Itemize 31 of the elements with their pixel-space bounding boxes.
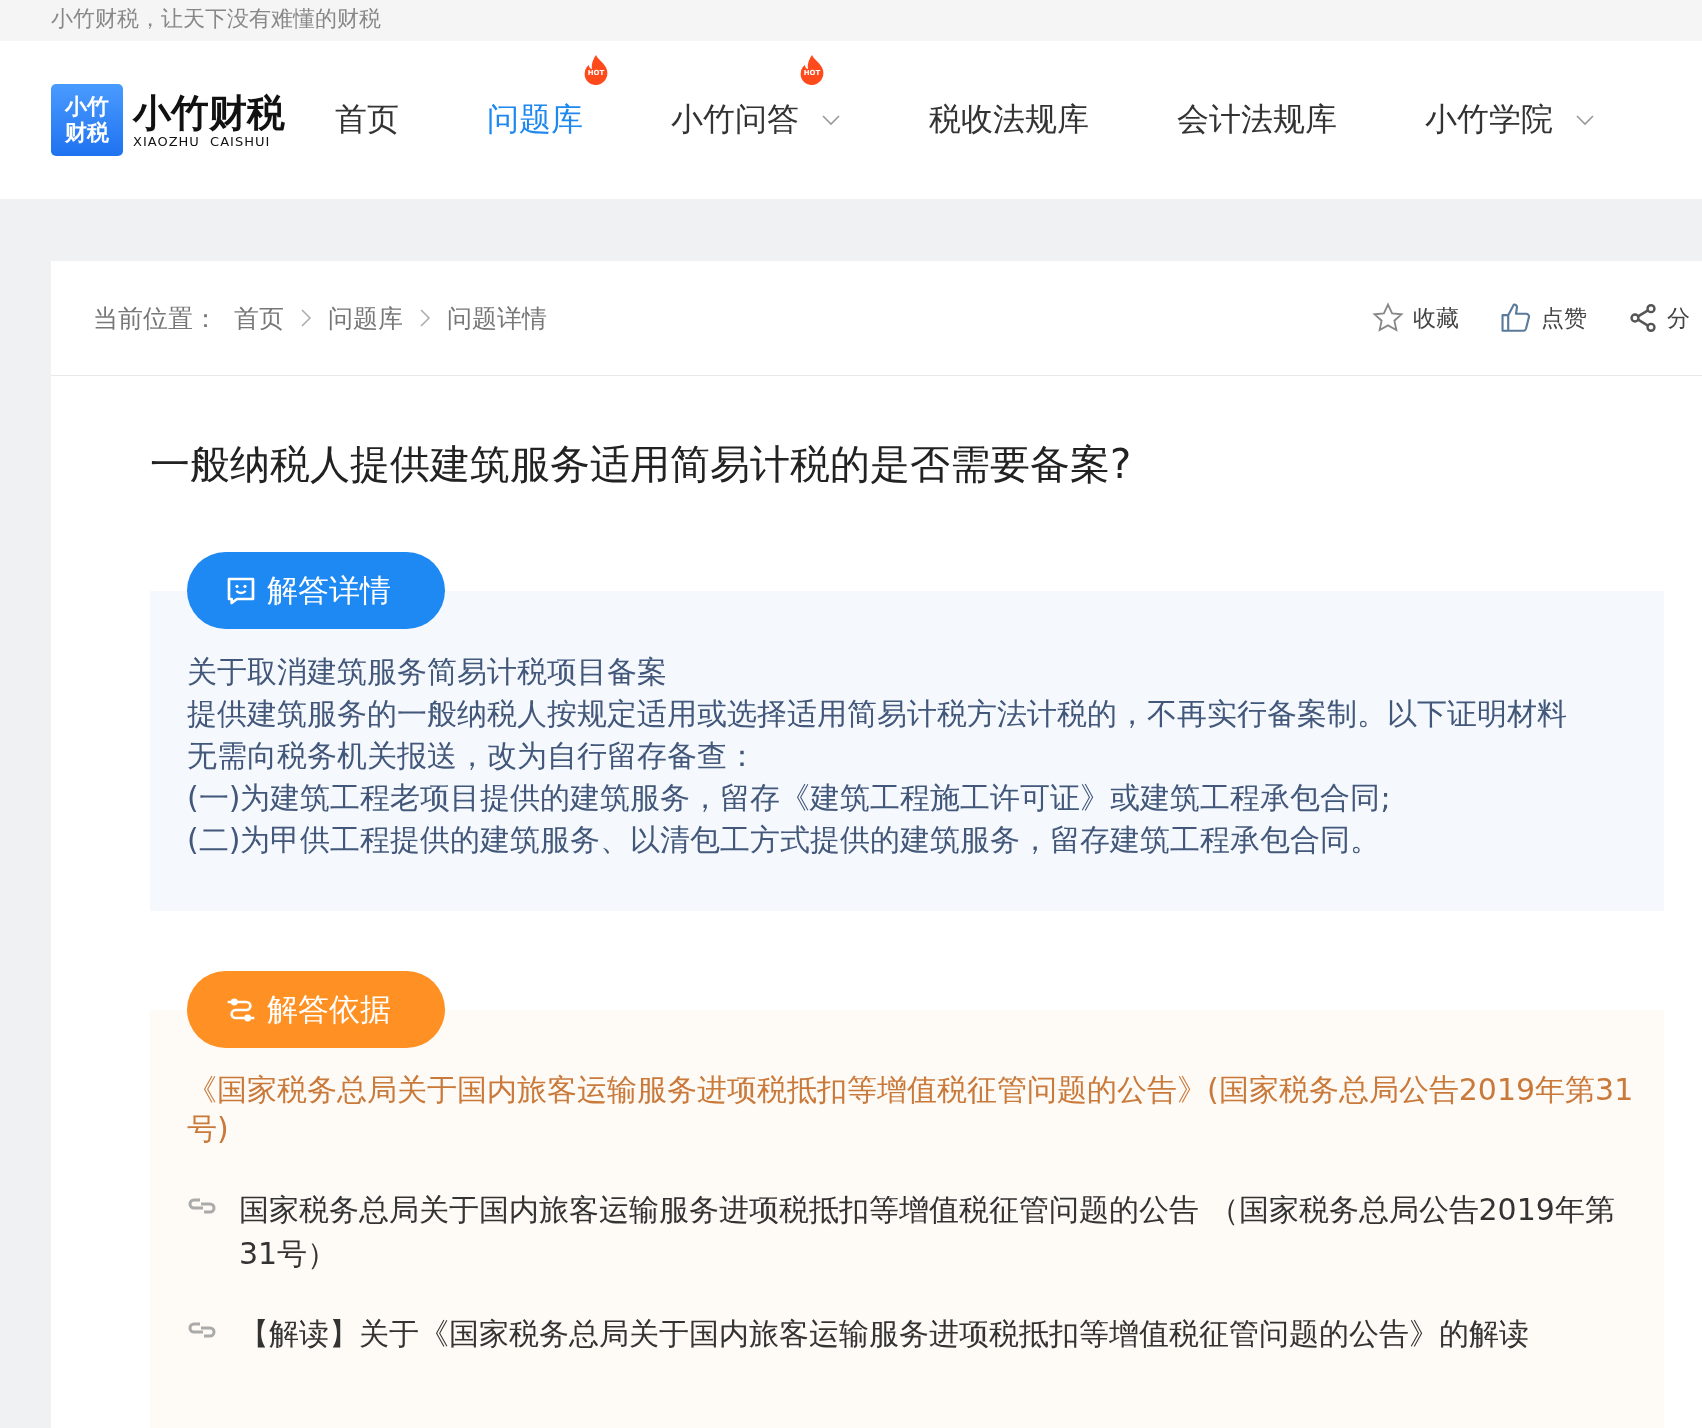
share-button[interactable]: 分: [1627, 302, 1690, 334]
nav-item[interactable]: 会计法规库: [1177, 98, 1337, 142]
breadcrumb-link[interactable]: 问题库: [328, 301, 403, 335]
breadcrumb-link[interactable]: 首页: [234, 301, 284, 335]
nav-item[interactable]: 税收法规库: [929, 98, 1089, 142]
answer-paragraph: (一)为建筑工程老项目提供的建筑服务，留存《建筑工程施工许可证》或建筑工程承包合同;: [187, 779, 1392, 817]
chevron-right-icon: [300, 308, 312, 328]
thumbs-up-icon: [1499, 301, 1533, 335]
site-tagline: 小竹财税，让天下没有难懂的财税: [51, 5, 381, 33]
share-icon: [1627, 302, 1659, 334]
answer-detail-button[interactable]: 解答详情: [187, 552, 445, 629]
star-button[interactable]: 收藏: [1371, 301, 1459, 335]
link-icon: [187, 1320, 217, 1340]
nav-item[interactable]: 小竹学院: [1425, 98, 1595, 142]
like-button[interactable]: 点赞: [1499, 301, 1587, 335]
logo-subtitle: XIAOZHU CAISHUI: [133, 133, 272, 149]
answer-paragraph: 关于取消建筑服务简易计税项目备案: [187, 653, 668, 691]
logo-mark[interactable]: 小竹 财税: [51, 84, 123, 156]
reference-link[interactable]: 【解读】关于《国家税务总局关于国内旅客运输服务进项税抵扣等增值税征管问题的公告》的解读: [239, 1312, 1549, 1356]
source-citation: 《国家税务总局关于国内旅客运输服务进项税抵扣等增值税征管问题的公告》(国家税务总局公告2019年第31号): [187, 1071, 1635, 1148]
answer-paragraph: 提供建筑服务的一般纳税人按规定适用或选择适用简易计税方法计税的，不再实行备案制。以下证明材料无需向税务机关报送，改为自行留存备查：: [187, 695, 1568, 775]
reference-link[interactable]: 国家税务总局关于国内旅客运输服务进项税抵扣等增值税征管问题的公告 （国家税务总局公告2019年第31号）: [239, 1188, 1664, 1276]
logo-name: 小竹财税: [133, 91, 285, 134]
breadcrumb-label: 当前位置：: [93, 302, 218, 335]
breadcrumb-link[interactable]: 问题详情: [447, 301, 547, 335]
nav-item[interactable]: 首页: [335, 98, 399, 142]
star-icon: [1371, 301, 1405, 335]
chevron-right-icon: [419, 308, 431, 328]
link-icon: [187, 1196, 217, 1216]
question-title: 一般纳税人提供建筑服务适用简易计税的是否需要备案?: [149, 440, 1133, 489]
answer-paragraph: (二)为甲供工程提供的建筑服务、以清包工方式提供的建筑服务，留存建筑工程承包合同。: [187, 821, 1382, 859]
